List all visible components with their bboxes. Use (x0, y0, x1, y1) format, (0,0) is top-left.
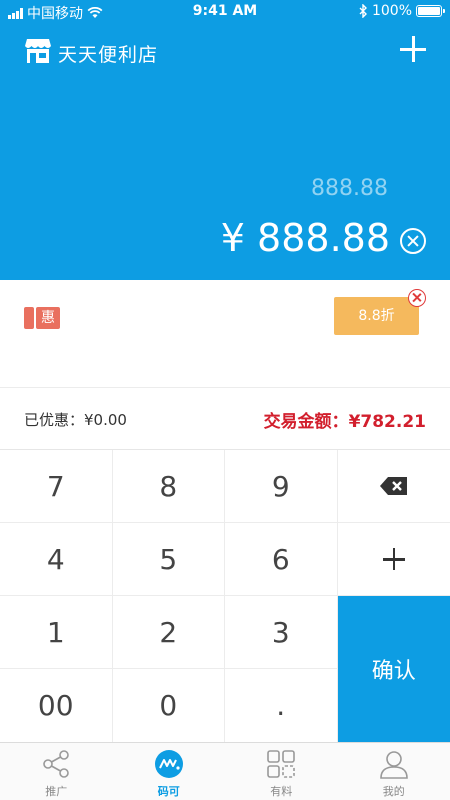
bottom-tab-bar: 推广 码可 有料 我的 (0, 742, 450, 800)
remove-discount-button[interactable] (408, 289, 426, 307)
key-00[interactable]: 00 (0, 669, 113, 742)
key-7[interactable]: 7 (0, 450, 113, 523)
key-2[interactable]: 2 (112, 596, 225, 669)
key-4[interactable]: 4 (0, 523, 113, 596)
numeric-keypad: 7 8 9 4 5 6 1 2 3 00 0 . 确认 (0, 450, 450, 742)
backspace-icon (379, 477, 407, 495)
key-9[interactable]: 9 (225, 450, 338, 523)
saved-label: 已优惠： (24, 411, 85, 429)
total-value: ¥782.21 (348, 412, 426, 432)
saved-value: ¥0.00 (84, 411, 127, 429)
battery-percent: 100% (371, 3, 412, 19)
top-nav: 天天便利店 (0, 30, 450, 74)
confirm-button[interactable]: 确认 (337, 596, 450, 742)
transaction-total: 交易金额：¥782.21 (264, 407, 426, 432)
status-right: 100% (359, 3, 445, 19)
store-icon (25, 39, 51, 63)
key-decimal[interactable]: . (225, 669, 338, 742)
tab-label: 码可 (157, 785, 180, 798)
key-6[interactable]: 6 (225, 523, 338, 596)
grid-icon (267, 750, 295, 778)
bluetooth-icon (359, 4, 367, 18)
amount-display: ¥ 888.88 (220, 216, 390, 260)
share-icon (43, 750, 69, 778)
total-label: 交易金额： (263, 412, 349, 432)
user-icon (379, 751, 408, 779)
tab-content[interactable]: 有料 (225, 743, 338, 800)
tab-label: 我的 (382, 785, 405, 798)
brand-logo-icon (154, 750, 183, 778)
amount-input-value: 888.88 (311, 176, 388, 201)
discount-chip[interactable]: 8.8折 (334, 297, 419, 335)
plus-key[interactable] (337, 523, 450, 596)
key-5[interactable]: 5 (112, 523, 225, 596)
clear-amount-button[interactable] (400, 228, 426, 254)
key-1[interactable]: 1 (0, 596, 113, 669)
tab-label: 推广 (45, 785, 68, 798)
discount-area: 惠 8.8折 (0, 280, 450, 388)
backspace-key[interactable] (337, 450, 450, 523)
tab-promote[interactable]: 推广 (0, 743, 113, 800)
tab-label: 有料 (270, 785, 293, 798)
coupon-icon (24, 307, 34, 329)
coupon-tag-label: 惠 (36, 307, 64, 329)
add-button[interactable] (398, 34, 428, 64)
battery-icon (416, 5, 445, 17)
status-bar: 中国移动 9:41 AM 100% (0, 0, 450, 24)
summary-bar: 已优惠：¥0.00 交易金额：¥782.21 (0, 388, 450, 450)
key-0[interactable]: 0 (112, 669, 225, 742)
saved-amount: 已优惠：¥0.00 (24, 409, 127, 430)
key-8[interactable]: 8 (112, 450, 225, 523)
store-name: 天天便利店 (58, 44, 159, 66)
tab-mine[interactable]: 我的 (338, 743, 450, 800)
coupon-tag[interactable]: 惠 (24, 306, 64, 330)
key-3[interactable]: 3 (225, 596, 338, 669)
amount-header: 中国移动 9:41 AM 100% 天天便利店 888.88 ¥ 888.88 (0, 0, 450, 280)
tab-maker[interactable]: 码可 (113, 743, 226, 800)
plus-icon (382, 548, 405, 570)
